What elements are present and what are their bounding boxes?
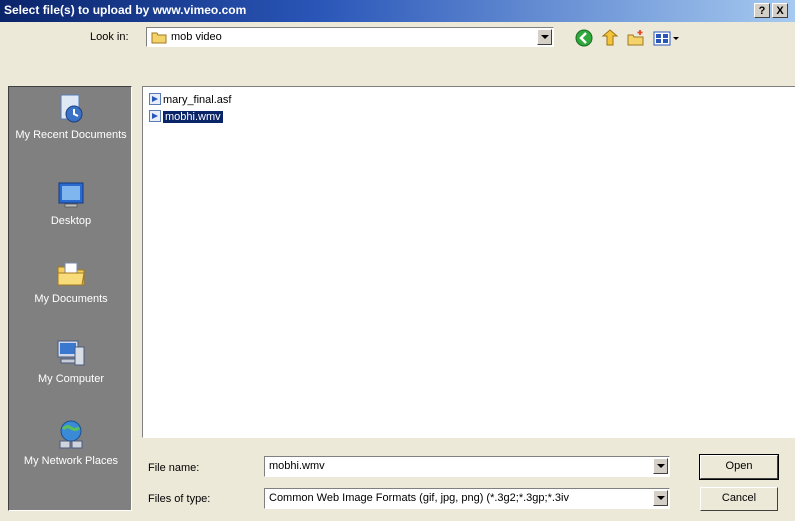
media-file-icon [149, 110, 161, 122]
new-folder-icon[interactable] [626, 28, 646, 48]
folder-icon [151, 32, 167, 44]
media-file-icon [149, 93, 161, 105]
file-name-label: File name: [148, 462, 200, 474]
places-bar: My Recent Documents Desktop My Documents [8, 86, 132, 511]
place-my-network-places[interactable]: My Network Places [9, 419, 133, 467]
file-type-value: Common Web Image Formats (gif, jpg, png)… [269, 492, 569, 504]
place-desktop[interactable]: Desktop [9, 179, 133, 227]
view-menu-icon[interactable] [652, 28, 682, 48]
place-label: My Documents [34, 293, 108, 305]
place-my-recent-documents[interactable]: My Recent Documents [9, 93, 133, 141]
network-places-icon [59, 420, 83, 449]
file-type-dropdown[interactable]: Common Web Image Formats (gif, jpg, png)… [264, 488, 670, 509]
title-bar[interactable]: Select file(s) to upload by www.vimeo.co… [0, 0, 795, 22]
place-my-computer[interactable]: My Computer [9, 337, 133, 385]
file-upload-dialog: Select file(s) to upload by www.vimeo.co… [0, 0, 795, 521]
back-icon[interactable] [574, 28, 594, 48]
place-my-documents[interactable]: My Documents [9, 257, 133, 305]
file-name: mary_final.asf [163, 94, 232, 106]
look-in-dropdown[interactable]: mob video [146, 27, 554, 47]
close-button[interactable]: X [772, 3, 788, 18]
my-computer-icon [57, 340, 85, 366]
cancel-button[interactable]: Cancel [700, 487, 778, 511]
chevron-down-icon[interactable] [653, 458, 668, 474]
place-label: My Computer [37, 373, 105, 385]
place-label: My Recent Documents [15, 129, 127, 141]
open-button[interactable]: Open [699, 454, 779, 480]
file-list[interactable]: mary_final.asf mobhi.wmv [142, 86, 795, 438]
chevron-down-icon[interactable] [537, 29, 552, 45]
up-folder-icon[interactable] [600, 28, 620, 48]
look-in-value: mob video [171, 31, 222, 43]
help-button[interactable]: ? [754, 3, 770, 18]
file-name: mobhi.wmv [163, 111, 223, 123]
my-documents-icon [57, 262, 85, 286]
file-type-label: Files of type: [148, 493, 211, 505]
desktop-icon [58, 182, 84, 208]
file-name-input[interactable]: mobhi.wmv [264, 456, 670, 477]
chevron-down-icon[interactable] [653, 490, 668, 506]
dialog-title: Select file(s) to upload by www.vimeo.co… [4, 3, 247, 17]
place-label: My Network Places [23, 455, 119, 467]
look-in-label: Look in: [90, 31, 129, 43]
file-item-selected[interactable]: mobhi.wmv [149, 110, 223, 124]
recent-documents-icon [60, 94, 83, 123]
place-label: Desktop [50, 215, 92, 227]
file-item[interactable]: mary_final.asf [149, 93, 231, 107]
file-name-value: mobhi.wmv [269, 460, 325, 472]
